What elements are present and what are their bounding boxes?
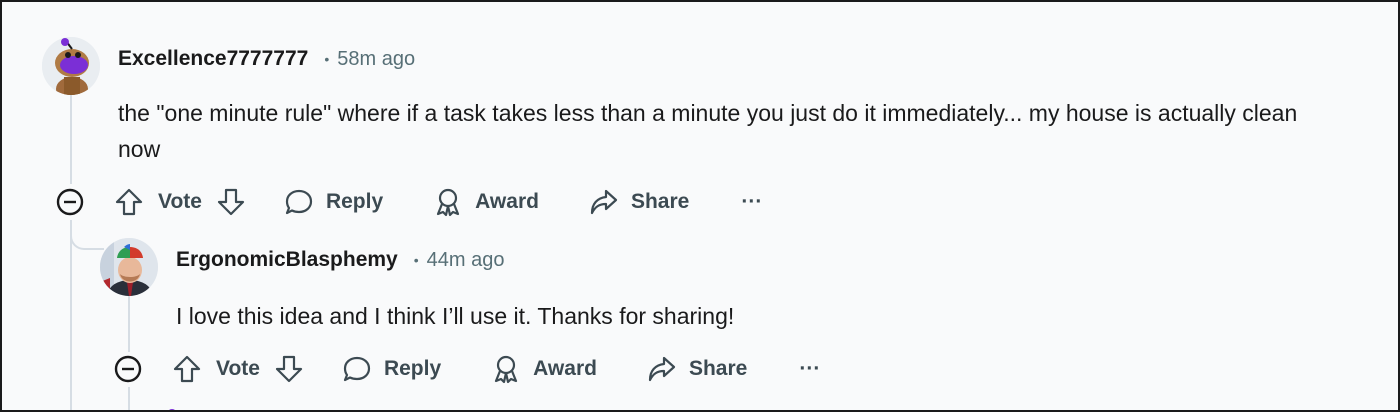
share-arrow-icon — [590, 189, 618, 215]
thread-line[interactable] — [70, 94, 72, 184]
more-icon: ··· — [799, 357, 821, 380]
award-ribbon-icon — [495, 355, 518, 384]
snoo-avatar-icon — [42, 37, 100, 95]
share-arrow-icon — [648, 356, 676, 382]
speech-bubble-icon — [285, 189, 313, 215]
reply-button[interactable]: Reply — [284, 187, 383, 217]
arrow-up-icon — [173, 355, 201, 383]
comment-actions: Vote Reply Award Share ··· — [56, 187, 762, 217]
arrow-up-icon — [115, 188, 143, 216]
comment-body: I love this idea and I think I’ll use it… — [176, 303, 735, 329]
comment-actions: Vote Reply Award Share ··· — [114, 354, 820, 384]
comment-meta: ErgonomicBlasphemy • 44m ago — [176, 248, 504, 272]
share-button[interactable]: Share — [647, 354, 747, 384]
downvote-button[interactable] — [274, 354, 304, 384]
username[interactable]: ErgonomicBlasphemy — [176, 248, 398, 272]
avatar[interactable] — [100, 238, 158, 296]
award-button[interactable]: Award — [433, 187, 539, 217]
vote-label: Vote — [216, 357, 260, 380]
thread-line[interactable] — [128, 387, 130, 410]
snoo-avatar-icon — [169, 409, 175, 410]
reply-label: Reply — [325, 190, 384, 213]
comment-meta: Excellence7777777 • 58m ago — [118, 47, 415, 71]
upvote-button[interactable] — [172, 354, 202, 384]
more-options-button[interactable]: ··· — [799, 357, 820, 381]
reply-label: Reply — [383, 357, 442, 380]
share-label: Share — [630, 190, 690, 213]
upvote-button[interactable] — [114, 187, 144, 217]
timestamp[interactable]: 58m ago — [337, 48, 415, 71]
downvote-button[interactable] — [216, 187, 246, 217]
avatar[interactable] — [160, 404, 190, 410]
avatar[interactable] — [42, 37, 100, 95]
award-ribbon-icon — [437, 188, 460, 217]
username[interactable]: Excellence7777777 — [118, 47, 308, 71]
arrow-down-icon — [275, 355, 303, 383]
arrow-down-icon — [217, 188, 245, 216]
share-button[interactable]: Share — [589, 187, 689, 217]
award-button[interactable]: Award — [491, 354, 597, 384]
minus-circle-icon — [114, 355, 142, 383]
thread-line[interactable] — [128, 296, 130, 352]
thread-line[interactable] — [70, 220, 72, 410]
minus-circle-icon — [56, 188, 84, 216]
award-label: Award — [533, 357, 597, 380]
collapse-button[interactable] — [114, 355, 142, 383]
share-label: Share — [688, 357, 748, 380]
collapse-button[interactable] — [56, 188, 84, 216]
timestamp[interactable]: 44m ago — [427, 249, 505, 272]
more-icon: ··· — [741, 190, 763, 213]
reply-button[interactable]: Reply — [342, 354, 441, 384]
speech-bubble-icon — [343, 356, 371, 382]
user-photo-icon — [100, 238, 158, 296]
vote-label: Vote — [158, 190, 202, 213]
more-options-button[interactable]: ··· — [741, 190, 762, 214]
comment-thread: Excellence7777777 • 58m ago the "one min… — [0, 0, 1400, 412]
award-label: Award — [475, 190, 539, 213]
comment-body: the "one minute rule" where if a task ta… — [118, 100, 1298, 162]
thread-connector — [70, 220, 104, 250]
separator-dot: • — [324, 51, 330, 67]
separator-dot: • — [413, 252, 419, 268]
